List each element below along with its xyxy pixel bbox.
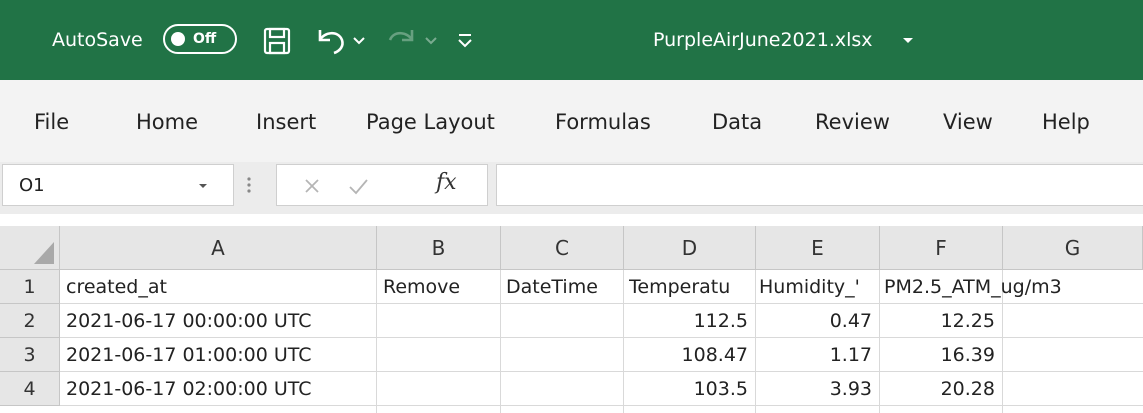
row-header-1[interactable]: 1 [0,270,60,304]
column-header-a[interactable]: A [60,226,377,270]
cell-e2[interactable]: 0.47 [756,304,872,338]
column-header-f[interactable]: F [880,226,1003,270]
column-header-d[interactable]: D [624,226,756,270]
chevron-down-icon[interactable] [900,30,916,50]
cell-a2[interactable]: 2021-06-17 00:00:00 UTC [66,304,312,338]
cell-d1[interactable]: Temperatu [629,270,757,304]
formula-input[interactable] [496,164,1143,206]
gridline [376,270,377,413]
row-header-3[interactable]: 3 [0,338,60,372]
gridline [500,270,501,413]
checkmark-icon[interactable] [346,174,370,198]
row-header-4[interactable]: 4 [0,372,60,406]
autosave-toggle[interactable]: Off [163,24,237,54]
cell-f4[interactable]: 20.28 [880,372,995,406]
chevron-down-icon[interactable] [196,178,210,192]
cell-b1[interactable]: Remove [383,270,460,304]
cancel-icon[interactable] [302,176,322,196]
vertical-dots-icon [244,170,254,200]
cell-f1[interactable]: PM2.5_ATM_ug/m3 [884,270,1062,304]
chevron-down-icon[interactable] [424,30,438,50]
select-all-icon[interactable] [34,242,54,264]
cell-d4[interactable]: 103.5 [624,372,748,406]
name-box-value: O1 [19,174,45,196]
tab-file[interactable]: File [34,110,69,134]
tab-help[interactable]: Help [1042,110,1090,134]
undo-icon[interactable] [312,24,348,56]
cell-d2[interactable]: 112.5 [624,304,748,338]
autosave-state: Off [193,31,217,47]
column-header-b[interactable]: B [377,226,501,270]
tab-home[interactable]: Home [136,110,198,134]
customize-qat-icon[interactable] [455,28,475,52]
cell-a3[interactable]: 2021-06-17 01:00:00 UTC [66,338,312,372]
fx-icon[interactable]: fx [436,170,457,195]
tab-formulas[interactable]: Formulas [555,110,651,134]
file-name[interactable]: PurpleAirJune2021.xlsx [653,0,873,80]
cell-a1[interactable]: created_at [66,270,167,304]
column-header-c[interactable]: C [501,226,624,270]
cell-e1[interactable]: Humidity_' [759,270,883,304]
tab-review[interactable]: Review [815,110,890,134]
tab-data[interactable]: Data [712,110,762,134]
save-icon[interactable] [262,26,292,56]
cell-e4[interactable]: 3.93 [756,372,872,406]
column-header-g[interactable]: G [1003,226,1143,270]
autosave-label: AutoSave [52,29,143,51]
cell-f2[interactable]: 12.25 [880,304,995,338]
tab-page-layout[interactable]: Page Layout [366,110,495,134]
cell-f3[interactable]: 16.39 [880,338,995,372]
tab-insert[interactable]: Insert [256,110,316,134]
cell-a4[interactable]: 2021-06-17 02:00:00 UTC [66,372,312,406]
cell-d3[interactable]: 108.47 [624,338,748,372]
column-header-e[interactable]: E [756,226,880,270]
tab-view[interactable]: View [943,110,993,134]
toggle-knob [171,32,185,46]
redo-icon[interactable] [384,24,420,56]
chevron-down-icon[interactable] [352,30,366,50]
cell-c1[interactable]: DateTime [506,270,598,304]
cell-e3[interactable]: 1.17 [756,338,872,372]
row-header-2[interactable]: 2 [0,304,60,338]
